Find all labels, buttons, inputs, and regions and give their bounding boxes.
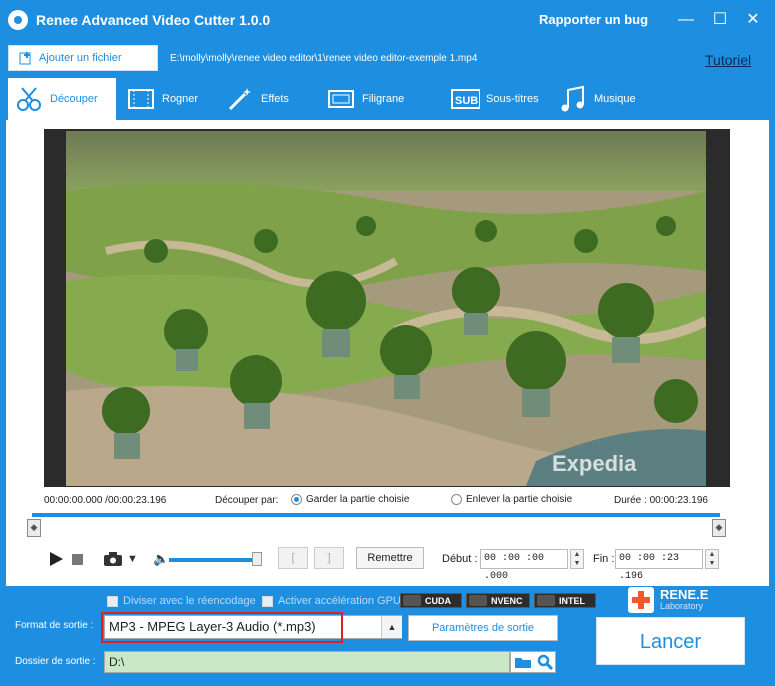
camera-icon: [104, 552, 122, 566]
nvidia-icon: [403, 595, 421, 606]
volume-slider-knob[interactable]: [252, 552, 262, 566]
end-time-label: Fin :: [593, 553, 615, 565]
folder-actions: [510, 651, 556, 673]
svg-text:SUB: SUB: [455, 95, 478, 107]
tab-rogner[interactable]: Rogner: [126, 78, 198, 120]
set-start-button[interactable]: [: [278, 547, 308, 569]
minimize-icon[interactable]: —: [676, 10, 696, 30]
timeline-track[interactable]: [32, 513, 720, 517]
radio-remove-selection[interactable]: Enlever la partie choisie: [451, 494, 572, 505]
radio-keep-indicator[interactable]: [291, 494, 302, 505]
tab-label: Sous-titres: [486, 93, 539, 105]
music-note-icon: [558, 85, 588, 113]
duration-display: Durée : 00:00:23.196: [614, 495, 708, 506]
tab-label: Rogner: [162, 93, 199, 105]
tutorial-link[interactable]: Tutoriel: [705, 52, 751, 68]
renee-cross-icon: [628, 587, 654, 613]
cut-by-label: Découper par:: [215, 495, 279, 506]
video-frame: [66, 131, 706, 486]
cuda-label: CUDA: [425, 595, 451, 606]
end-time-input[interactable]: 00 :00 :23 .196: [615, 549, 703, 582]
add-file-icon: [19, 52, 31, 65]
file-path: E:\molly\molly\renee video editor\1\rene…: [170, 53, 478, 64]
tab-musique[interactable]: Musique: [558, 78, 636, 120]
output-format-label: Format de sortie :: [15, 620, 94, 631]
gpu-accel-option[interactable]: Activer accélération GPU: [262, 595, 401, 607]
renee-brand-name: RENE.E: [660, 587, 709, 602]
tab-label: Effets: [261, 93, 289, 105]
start-time-input[interactable]: 00 :00 :00 .000: [480, 549, 568, 582]
stop-button[interactable]: [72, 554, 83, 565]
video-watermark: Expedia: [552, 451, 637, 476]
split-reencode-label: Diviser avec le réencodage: [123, 595, 256, 607]
scissors-icon: [14, 85, 44, 113]
tab-sous-titres[interactable]: SUB Sous-titres: [450, 78, 539, 120]
add-file-button[interactable]: Ajouter un fichier: [8, 45, 158, 71]
tab-bar: Découper Rogner Effets Filigrane SUB Sou…: [0, 78, 775, 120]
chevron-down-icon[interactable]: ▼: [127, 553, 138, 565]
reset-button[interactable]: Remettre: [356, 547, 424, 569]
split-reencode-checkbox[interactable]: [107, 595, 118, 607]
end-marker-handle[interactable]: ◆: [712, 519, 726, 537]
garden-video-image: [66, 131, 706, 486]
renee-logo: RENE.E Laboratory: [628, 585, 728, 615]
play-button[interactable]: [48, 551, 64, 567]
gpu-accel-checkbox[interactable]: [262, 595, 273, 607]
chevron-up-icon[interactable]: ▲: [381, 616, 402, 638]
tab-label: Musique: [594, 93, 636, 105]
watermark-icon: [326, 85, 356, 113]
format-highlight-box: [101, 612, 343, 643]
renee-brand-sub: Laboratory: [660, 601, 704, 611]
tab-effets[interactable]: Effets: [225, 78, 289, 120]
add-file-label: Ajouter un fichier: [39, 52, 122, 64]
magic-wand-icon: [225, 85, 255, 113]
output-folder-input[interactable]: D:\: [104, 651, 510, 673]
report-bug-link[interactable]: Rapporter un bug: [539, 12, 648, 27]
crop-icon: [126, 85, 156, 113]
app-logo-icon: [8, 10, 28, 30]
open-folder-icon[interactable]: [514, 655, 532, 669]
tab-filigrane[interactable]: Filigrane: [326, 78, 404, 120]
time-range: 00:00:00.000 /00:00:23.196: [44, 495, 167, 506]
intel-label: INTEL: [559, 595, 585, 606]
nvenc-badge: NVENC: [466, 593, 530, 608]
app-title: Renee Advanced Video Cutter 1.0.0: [36, 12, 271, 28]
tab-label: Filigrane: [362, 93, 405, 105]
search-icon[interactable]: [537, 654, 553, 670]
maximize-icon[interactable]: ☐: [710, 10, 730, 30]
gpu-accel-label: Activer accélération GPU: [278, 595, 401, 607]
radio-keep-label: Garder la partie choisie: [306, 494, 410, 505]
split-reencode-option[interactable]: Diviser avec le réencodage: [107, 595, 256, 607]
output-settings-button[interactable]: Paramètres de sortie: [408, 615, 558, 641]
start-time-label: Début :: [442, 553, 478, 565]
start-marker-handle[interactable]: ◆: [27, 519, 41, 537]
nvidia-icon: [469, 595, 487, 606]
radio-remove-indicator[interactable]: [451, 494, 462, 505]
nvenc-label: NVENC: [491, 595, 523, 606]
radio-remove-label: Enlever la partie choisie: [466, 494, 573, 505]
close-icon[interactable]: ✕: [743, 10, 763, 30]
video-player[interactable]: Expedia: [44, 129, 730, 487]
intel-icon: [537, 595, 555, 606]
intel-badge: INTEL: [534, 593, 596, 608]
radio-keep-selection[interactable]: Garder la partie choisie: [291, 494, 409, 505]
end-time-stepper[interactable]: ▲ ▼: [705, 549, 719, 569]
set-end-button[interactable]: ]: [314, 547, 344, 569]
volume-icon[interactable]: 🔈: [153, 551, 169, 567]
launch-button[interactable]: Lancer: [596, 617, 745, 665]
snapshot-button[interactable]: ▼: [103, 549, 141, 569]
tab-decouper[interactable]: Découper: [8, 78, 116, 120]
subtitle-icon: SUB: [450, 85, 480, 113]
cuda-badge: CUDA: [400, 593, 462, 608]
start-time-stepper[interactable]: ▲ ▼: [570, 549, 584, 569]
output-folder-label: Dossier de sortie :: [15, 656, 96, 667]
tab-label: Découper: [50, 93, 98, 105]
editor-panel: Expedia 00:00:00.000 /00:00:23.196 Décou…: [6, 120, 769, 586]
volume-slider[interactable]: [169, 558, 257, 562]
